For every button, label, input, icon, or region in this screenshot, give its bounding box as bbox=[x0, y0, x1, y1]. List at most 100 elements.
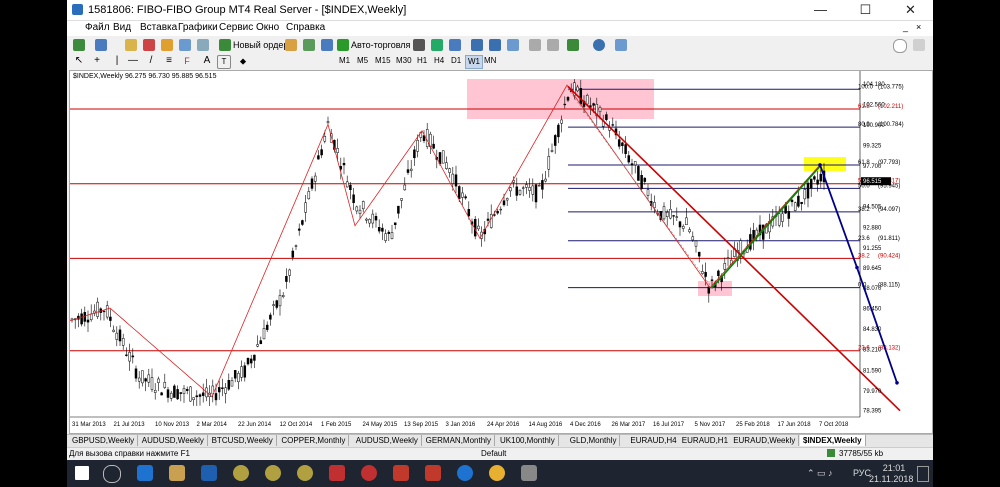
tf-m1[interactable]: M1 bbox=[337, 55, 352, 67]
menu-file[interactable]: Файл bbox=[85, 22, 110, 33]
chart-tab[interactable]: GERMAN,Monthly bbox=[422, 435, 495, 446]
data-window-icon[interactable] bbox=[143, 39, 155, 51]
chart-tab[interactable]: GLD,Monthly bbox=[566, 435, 621, 446]
crosshair-icon[interactable]: + bbox=[91, 55, 103, 67]
notifications-icon[interactable] bbox=[917, 466, 929, 482]
market-icon[interactable] bbox=[321, 39, 333, 51]
tf-w1[interactable]: W1 bbox=[465, 55, 483, 69]
text-label-icon[interactable]: T bbox=[217, 55, 231, 69]
autoscroll-icon[interactable] bbox=[529, 39, 541, 51]
new-order-button[interactable]: Новый ордер bbox=[233, 40, 288, 50]
price-axis-label: 100.940 bbox=[863, 123, 885, 129]
candles-icon[interactable] bbox=[431, 39, 443, 51]
bar-chart-icon[interactable] bbox=[413, 39, 425, 51]
explorer-icon[interactable] bbox=[169, 465, 185, 481]
tray-icons[interactable]: ⌃ ▭ ♪ bbox=[807, 468, 833, 479]
arrows-icon[interactable]: ⬥ bbox=[237, 55, 249, 67]
menu-help[interactable]: Справка bbox=[286, 22, 325, 33]
price-chart[interactable]: 100.0 (103.775)80.9 (100.784)61.8 (97.793)5… bbox=[70, 71, 932, 433]
fibo-price-label: (91.811) bbox=[878, 236, 900, 242]
calculator-icon[interactable] bbox=[521, 465, 537, 481]
text-icon[interactable]: A bbox=[201, 55, 213, 67]
zoom-in-icon[interactable] bbox=[471, 39, 483, 51]
date-axis-label: 7 Oct 2018 bbox=[819, 422, 849, 428]
tf-mn[interactable]: MN bbox=[482, 55, 498, 67]
chart-tab[interactable]: EURAUD,H1 bbox=[678, 435, 733, 446]
tf-d1[interactable]: D1 bbox=[449, 55, 463, 67]
tf-h4[interactable]: H4 bbox=[432, 55, 446, 67]
signals-icon[interactable] bbox=[303, 39, 315, 51]
task-view-icon[interactable] bbox=[103, 465, 121, 483]
start-icon[interactable] bbox=[75, 466, 89, 480]
templates-icon[interactable] bbox=[615, 39, 627, 51]
mdi-minimize-icon[interactable]: _ bbox=[903, 22, 908, 32]
equidistant-channel-icon[interactable]: ≡ bbox=[163, 55, 175, 67]
market-watch-icon[interactable] bbox=[125, 39, 137, 51]
chart-tab[interactable]: BTCUSD,Weekly bbox=[208, 435, 277, 446]
tile-windows-icon[interactable] bbox=[507, 39, 519, 51]
trendline-icon[interactable]: / bbox=[145, 55, 157, 67]
profiles-icon[interactable] bbox=[95, 39, 107, 51]
outlook-icon[interactable] bbox=[201, 465, 217, 481]
cursor-icon[interactable]: ↖ bbox=[73, 55, 85, 67]
powerpoint-icon[interactable] bbox=[393, 465, 409, 481]
mdi-close-icon[interactable]: × bbox=[916, 22, 921, 32]
candle-body bbox=[320, 149, 323, 156]
chart-tab[interactable]: EURAUD,Weekly bbox=[730, 435, 800, 446]
chart-tab[interactable]: UK100,Monthly bbox=[497, 435, 559, 446]
search-icon[interactable] bbox=[893, 39, 907, 53]
menu-charts[interactable]: Графики bbox=[178, 22, 218, 33]
tf-m30[interactable]: M30 bbox=[394, 55, 414, 67]
app-red-icon[interactable] bbox=[329, 465, 345, 481]
ie-icon[interactable] bbox=[457, 465, 473, 481]
tf-m15[interactable]: M15 bbox=[373, 55, 393, 67]
zoom-out-icon[interactable] bbox=[489, 39, 501, 51]
vertical-line-icon[interactable]: | bbox=[111, 55, 123, 67]
indicators-icon[interactable] bbox=[567, 39, 579, 51]
mt4-icon-1[interactable] bbox=[233, 465, 249, 481]
candle-body bbox=[809, 178, 813, 189]
menu-insert[interactable]: Вставка bbox=[140, 22, 177, 33]
maximize-button[interactable]: ☐ bbox=[843, 0, 888, 20]
candle-body bbox=[486, 218, 490, 221]
chat-icon[interactable] bbox=[913, 39, 925, 51]
chart-area[interactable]: 100.0 (103.775) 80.9 (100.784) 61.8 (97.793) 5… bbox=[69, 70, 933, 434]
terminal-icon[interactable] bbox=[179, 39, 191, 51]
chart-tab[interactable]: COPPER,Monthly bbox=[278, 435, 350, 446]
new-chart-icon[interactable] bbox=[73, 39, 85, 51]
chrome-icon[interactable] bbox=[489, 465, 505, 481]
new-order-icon[interactable] bbox=[219, 39, 231, 51]
minimize-button[interactable]: — bbox=[798, 0, 843, 20]
strategy-tester-icon[interactable] bbox=[197, 39, 209, 51]
chart-shift-icon[interactable] bbox=[547, 39, 559, 51]
tf-h1[interactable]: H1 bbox=[415, 55, 429, 67]
powerpoint-icon-2[interactable] bbox=[425, 465, 441, 481]
horizontal-line-icon[interactable]: — bbox=[127, 55, 139, 67]
mt4-icon-2[interactable] bbox=[265, 465, 281, 481]
auto-trading-button[interactable]: Авто-торговля bbox=[351, 40, 410, 50]
chart-tab[interactable]: EURAUD,H4 bbox=[627, 435, 681, 446]
periods-icon[interactable] bbox=[593, 39, 605, 51]
edge-icon[interactable] bbox=[137, 465, 153, 481]
auto-trading-icon[interactable] bbox=[337, 39, 349, 51]
chart-tab[interactable]: $INDEX,Weekly bbox=[800, 435, 866, 446]
candle-body bbox=[560, 119, 563, 124]
menu-tools[interactable]: Сервис bbox=[219, 22, 253, 33]
app-red-icon-2[interactable] bbox=[361, 465, 377, 481]
candle-body bbox=[224, 387, 227, 394]
line-chart-icon[interactable] bbox=[449, 39, 461, 51]
price-axis-label: 84.830 bbox=[863, 327, 882, 333]
chart-tab[interactable]: GBPUSD,Weekly bbox=[69, 435, 139, 446]
price-axis-label: 92.880 bbox=[863, 225, 882, 231]
fibo-icon[interactable]: F bbox=[181, 55, 193, 67]
menu-window[interactable]: Окно bbox=[256, 22, 279, 33]
candle-body bbox=[621, 142, 624, 146]
navigator-icon[interactable] bbox=[161, 39, 173, 51]
mt4-icon-3[interactable] bbox=[297, 465, 313, 481]
menu-view[interactable]: Вид bbox=[113, 22, 131, 33]
chart-tab[interactable]: AUDUSD,Weekly bbox=[352, 435, 422, 446]
chart-tab[interactable]: AUDUSD,Weekly bbox=[138, 435, 208, 446]
tf-m5[interactable]: M5 bbox=[355, 55, 370, 67]
close-button[interactable]: ✕ bbox=[888, 0, 933, 20]
metaeditor-icon[interactable] bbox=[285, 39, 297, 51]
